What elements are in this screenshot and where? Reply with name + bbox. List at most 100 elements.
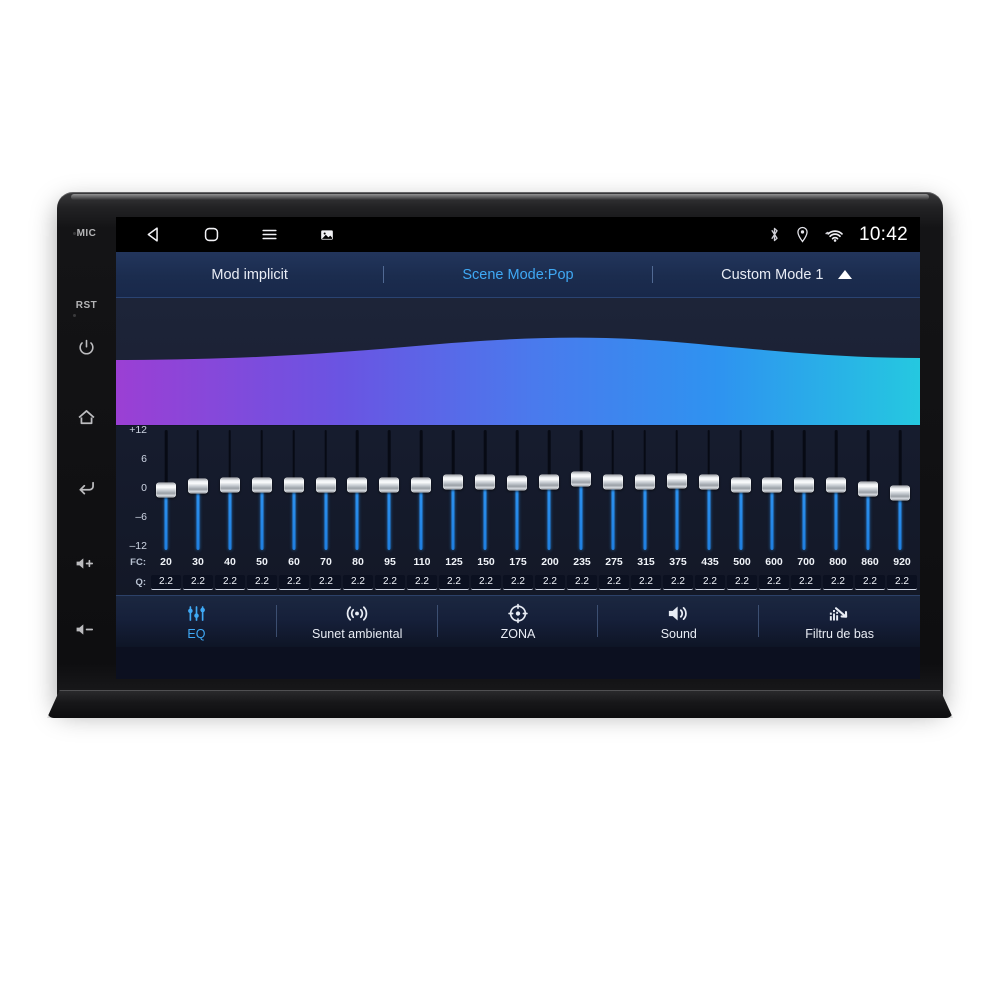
q-value[interactable]: 2.2 (375, 574, 405, 590)
eq-slider[interactable] (629, 430, 661, 550)
q-value[interactable]: 2.2 (503, 574, 533, 590)
eq-slider[interactable] (278, 430, 310, 550)
slider-thumb[interactable] (475, 474, 496, 490)
slider-thumb[interactable] (730, 477, 751, 493)
nav-screenshot-button[interactable] (298, 217, 356, 252)
home-button[interactable] (72, 402, 102, 432)
eq-slider[interactable] (437, 430, 469, 550)
tab-sunet-ambiental[interactable]: Sunet ambiental (277, 596, 438, 647)
slider-thumb[interactable] (347, 477, 368, 493)
slider-thumb[interactable] (411, 477, 432, 493)
slider-thumb[interactable] (890, 485, 911, 501)
slider-thumb[interactable] (570, 471, 591, 487)
eq-slider[interactable] (757, 430, 789, 550)
eq-slider[interactable] (342, 430, 374, 550)
q-value[interactable]: 2.2 (279, 574, 309, 590)
slider-thumb[interactable] (379, 477, 400, 493)
q-value[interactable]: 2.2 (471, 574, 501, 590)
q-value[interactable]: 2.2 (663, 574, 693, 590)
q-value[interactable]: 2.2 (151, 574, 181, 590)
slider-thumb[interactable] (858, 481, 879, 497)
slider-thumb[interactable] (698, 474, 719, 490)
eq-slider[interactable] (597, 430, 629, 550)
volume-up-button[interactable] (72, 548, 102, 578)
slider-thumb[interactable] (634, 474, 655, 490)
slider-thumb[interactable] (794, 477, 815, 493)
q-value[interactable]: 2.2 (823, 574, 853, 590)
q-value[interactable]: 2.2 (567, 574, 597, 590)
tab-sound[interactable]: Sound (598, 596, 760, 647)
nav-menu-button[interactable] (240, 217, 298, 252)
mode-custom-button[interactable]: Custom Mode 1 (653, 252, 920, 297)
q-value[interactable]: 2.2 (215, 574, 245, 590)
slider-fill (770, 484, 774, 550)
eq-slider[interactable] (150, 430, 182, 550)
eq-slider[interactable] (565, 430, 597, 550)
slider-thumb[interactable] (507, 475, 528, 491)
eq-slider[interactable] (788, 430, 820, 550)
q-value[interactable]: 2.2 (183, 574, 213, 590)
eq-slider[interactable] (725, 430, 757, 550)
q-value[interactable]: 2.2 (887, 574, 917, 590)
q-value[interactable]: 2.2 (311, 574, 341, 590)
eq-slider[interactable] (405, 430, 437, 550)
tab-zona[interactable]: ZONA (438, 596, 599, 647)
mic-button[interactable]: MIC (72, 218, 102, 248)
eq-slider[interactable] (884, 430, 916, 550)
slider-thumb[interactable] (826, 477, 847, 493)
tab-filtru-de-bas[interactable]: Filtru de bas (759, 596, 920, 647)
slider-thumb[interactable] (155, 482, 176, 498)
eq-slider[interactable] (373, 430, 405, 550)
eq-slider[interactable] (182, 430, 214, 550)
eq-slider[interactable] (214, 430, 246, 550)
fc-value: 600 (765, 556, 783, 568)
power-button[interactable] (72, 332, 102, 362)
eq-slider[interactable] (246, 430, 278, 550)
q-cells: 2.2 2.2 2.2 2.2 2.2 2.2 2.2 2.2 2.2 2.2 2.2 2.2 2.2 2… (150, 574, 918, 590)
slider-thumb[interactable] (315, 477, 336, 493)
q-value[interactable]: 2.2 (535, 574, 565, 590)
tab-eq[interactable]: EQ (116, 596, 277, 647)
triangle-up-icon[interactable] (837, 270, 852, 279)
q-value[interactable]: 2.2 (855, 574, 885, 590)
eq-slider[interactable] (820, 430, 852, 550)
slider-thumb[interactable] (251, 477, 272, 493)
q-value[interactable]: 2.2 (695, 574, 725, 590)
eq-slider[interactable] (693, 430, 725, 550)
menu-hamburger-icon (261, 229, 277, 240)
q-value[interactable]: 2.2 (631, 574, 661, 590)
eq-slider[interactable] (533, 430, 565, 550)
mode-default-button[interactable]: Mod implicit (116, 252, 383, 297)
eq-slider[interactable] (501, 430, 533, 550)
eq-slider[interactable] (310, 430, 342, 550)
q-value[interactable]: 2.2 (791, 574, 821, 590)
q-value[interactable]: 2.2 (759, 574, 789, 590)
back-button[interactable] (72, 472, 102, 502)
eq-slider[interactable] (469, 430, 501, 550)
mode-scene-button[interactable]: Scene Mode:Pop (384, 252, 651, 297)
q-value[interactable]: 2.2 (343, 574, 373, 590)
q-value[interactable]: 2.2 (727, 574, 757, 590)
volume-down-button[interactable] (72, 614, 102, 644)
touchscreen-display[interactable]: 10:42 Mod implicit Scene Mode:Pop Custom… (116, 217, 920, 679)
fc-value: 315 (637, 556, 655, 568)
slider-thumb[interactable] (666, 473, 687, 489)
reset-button[interactable]: RST (72, 290, 102, 320)
slider-thumb[interactable] (602, 474, 623, 490)
slider-thumb[interactable] (187, 478, 208, 494)
q-value[interactable]: 2.2 (407, 574, 437, 590)
q-row-label: Q: (135, 576, 146, 588)
nav-back-button[interactable] (124, 217, 182, 252)
volume-down-icon (76, 623, 93, 635)
nav-home-button[interactable] (182, 217, 240, 252)
slider-thumb[interactable] (539, 474, 560, 490)
q-value[interactable]: 2.2 (439, 574, 469, 590)
eq-slider[interactable] (661, 430, 693, 550)
slider-thumb[interactable] (762, 477, 783, 493)
q-value[interactable]: 2.2 (599, 574, 629, 590)
slider-thumb[interactable] (219, 477, 240, 493)
q-value[interactable]: 2.2 (247, 574, 277, 590)
slider-thumb[interactable] (283, 477, 304, 493)
slider-thumb[interactable] (443, 474, 464, 490)
eq-slider[interactable] (852, 430, 884, 550)
